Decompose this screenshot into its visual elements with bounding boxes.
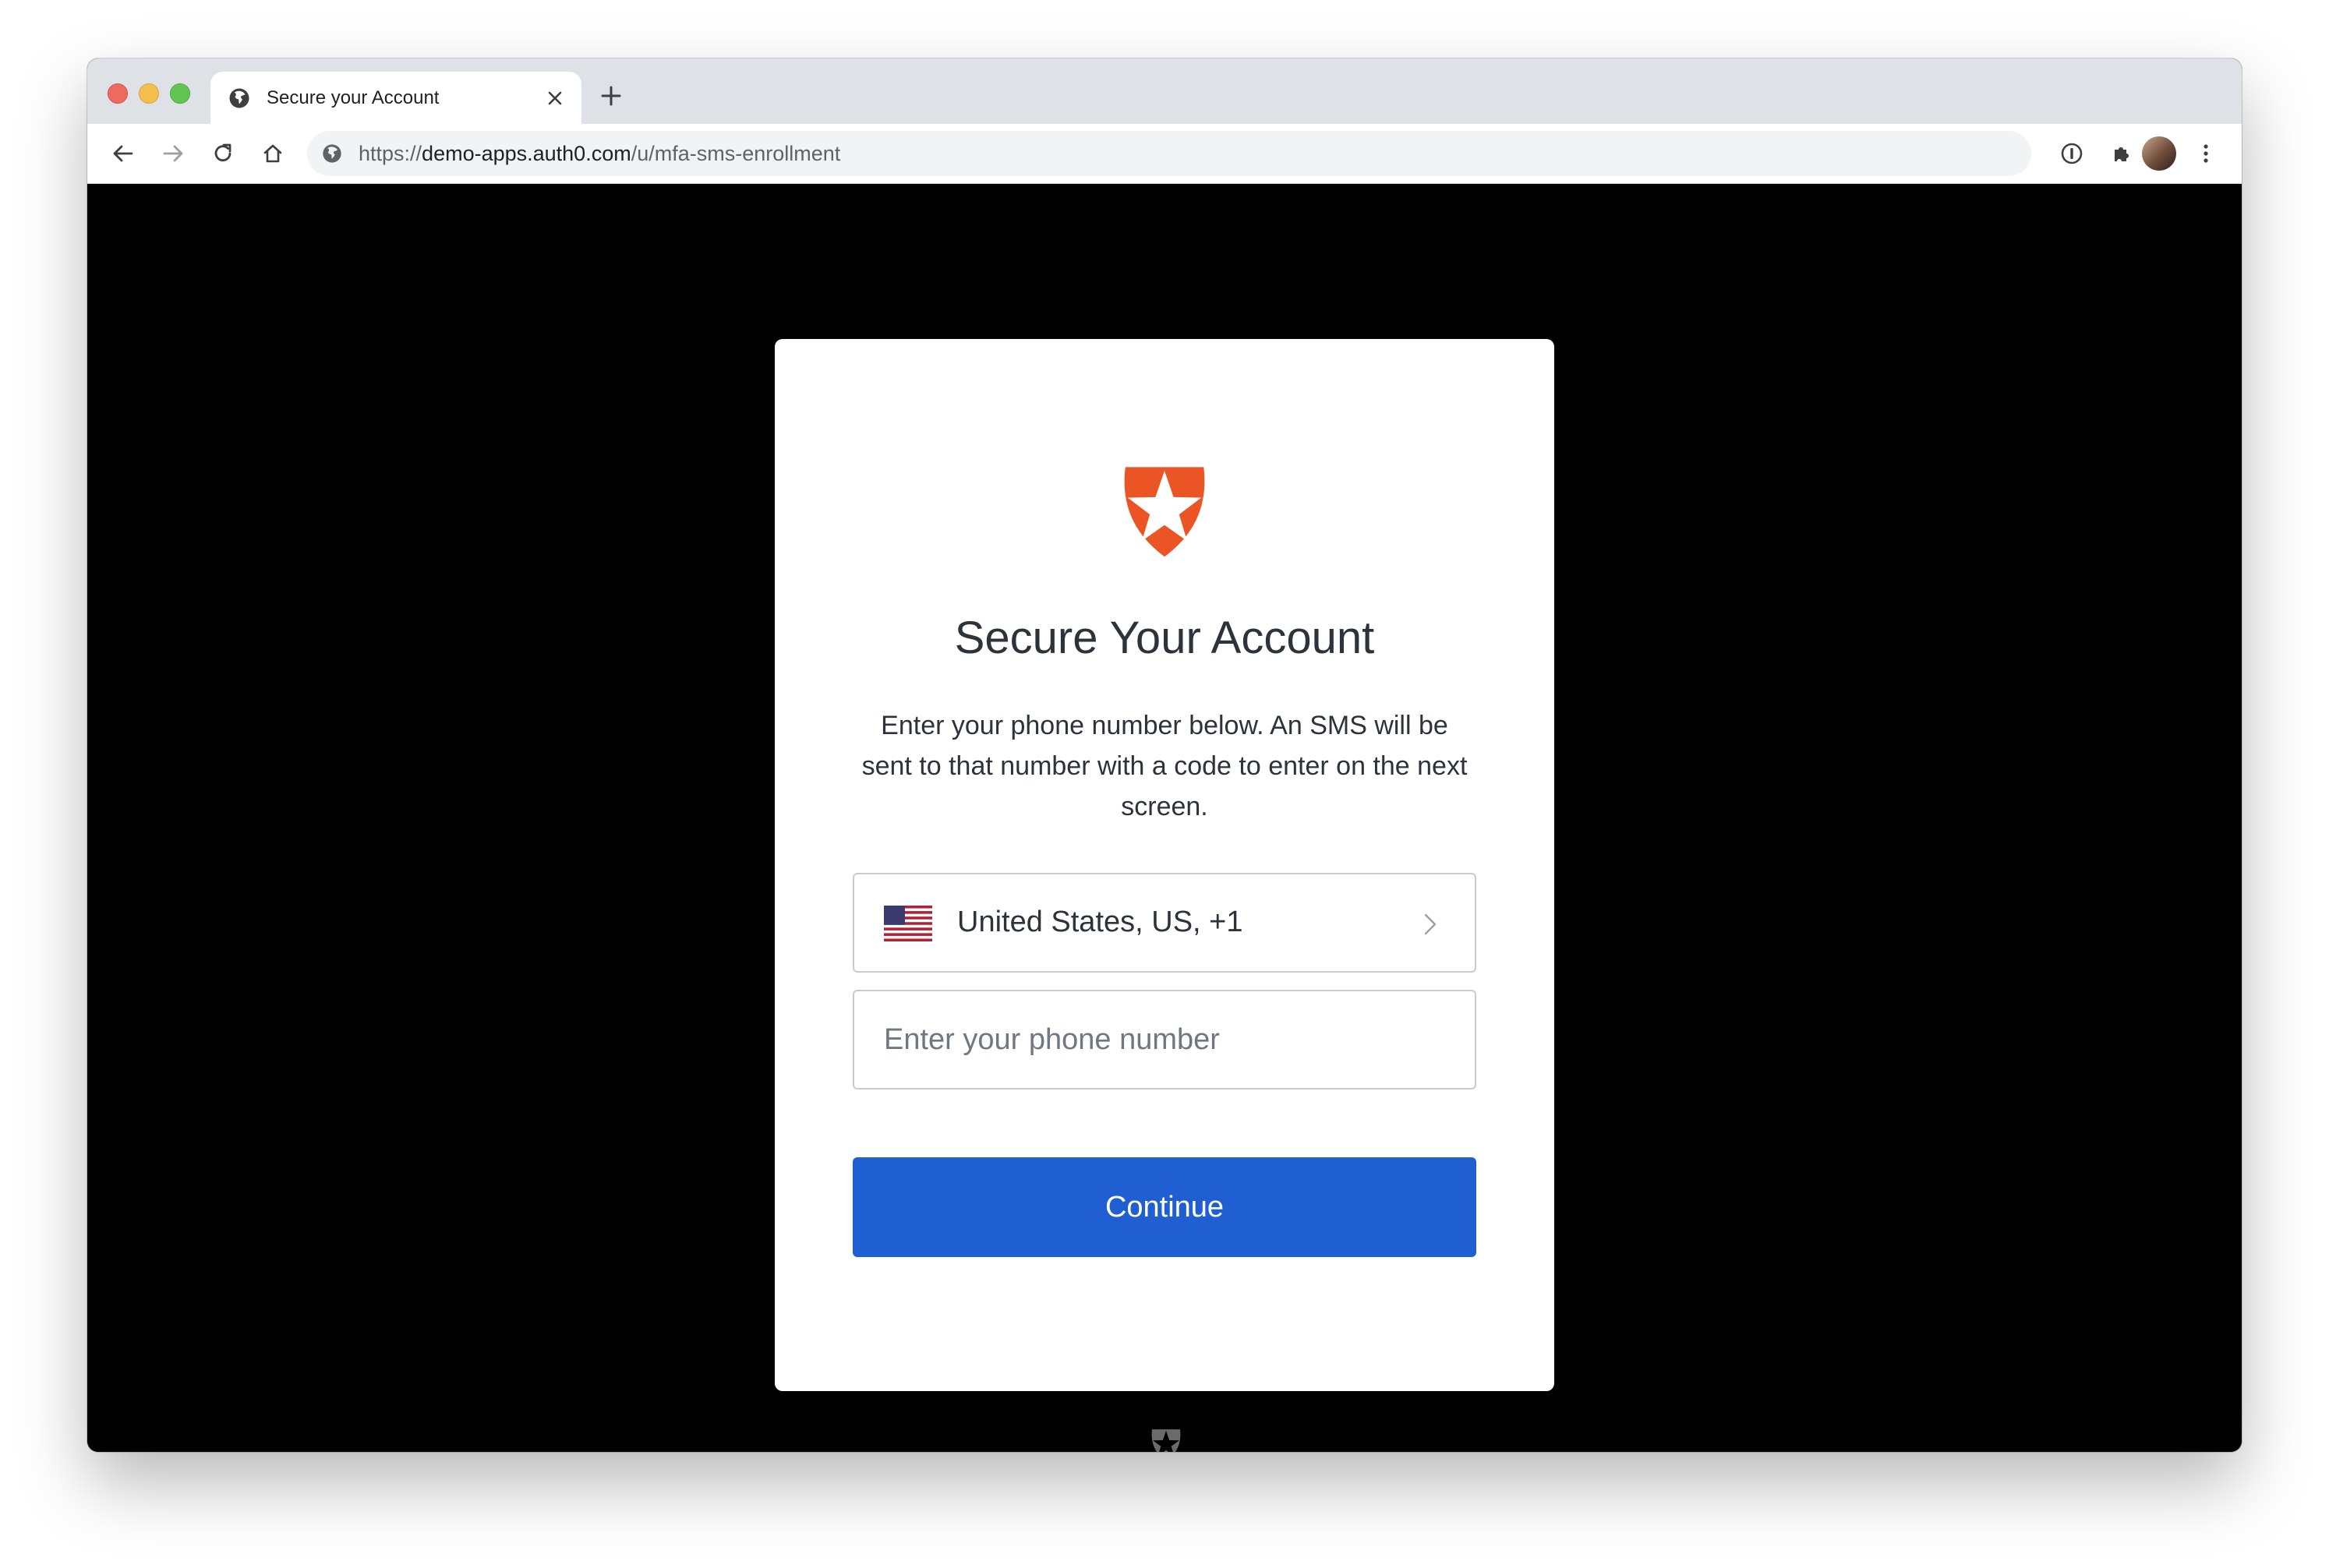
page-title: Secure Your Account [954, 613, 1375, 663]
continue-button[interactable]: Continue [853, 1157, 1476, 1257]
auth0-footer-logo-icon [1151, 1429, 1181, 1452]
login-card: Secure Your Account Enter your phone num… [775, 339, 1554, 1391]
extensions-icon[interactable] [2106, 138, 2137, 169]
reload-icon[interactable] [207, 138, 239, 169]
url-host: demo-apps.auth0.com [422, 142, 631, 165]
browser-tab[interactable]: Secure your Account [210, 72, 581, 124]
auth0-logo-icon [1124, 467, 1205, 557]
menu-icon[interactable] [2190, 138, 2221, 169]
globe-icon [323, 144, 341, 163]
browser-window: Secure your Account https://demo-apps.au… [87, 58, 2242, 1452]
url-path: /u/mfa-sms-enrollment [631, 142, 841, 165]
browser-toolbar: https://demo-apps.auth0.com/u/mfa-sms-en… [87, 124, 2242, 184]
url-scheme: https:// [359, 142, 422, 165]
phone-number-input[interactable] [853, 990, 1476, 1089]
instructions-text: Enter your phone number below. An SMS wi… [861, 711, 1468, 821]
tab-title: Secure your Account [267, 87, 440, 108]
url-text: https://demo-apps.auth0.com/u/mfa-sms-en… [359, 142, 840, 166]
close-window-button[interactable] [108, 83, 128, 104]
tab-strip: Secure your Account [87, 58, 2242, 124]
back-icon[interactable] [108, 138, 139, 169]
page-content: Secure Your Account Enter your phone num… [87, 184, 2242, 1452]
home-icon[interactable] [257, 138, 288, 169]
tab-close-icon[interactable] [542, 86, 567, 111]
us-flag-icon [884, 906, 932, 941]
globe-icon [229, 88, 249, 108]
forward-icon[interactable] [157, 138, 189, 169]
info-icon[interactable] [2056, 138, 2087, 169]
country-label: United States, US, +1 [957, 906, 1243, 938]
country-code-selector[interactable]: United States, US, +1 [853, 873, 1476, 973]
chevron-right-icon [1424, 913, 1437, 935]
address-bar[interactable]: https://demo-apps.auth0.com/u/mfa-sms-en… [307, 131, 2031, 176]
maximize-window-button[interactable] [170, 83, 190, 104]
new-tab-plus-icon[interactable] [597, 82, 625, 110]
minimize-window-button[interactable] [139, 83, 159, 104]
profile-avatar[interactable] [2142, 136, 2176, 171]
